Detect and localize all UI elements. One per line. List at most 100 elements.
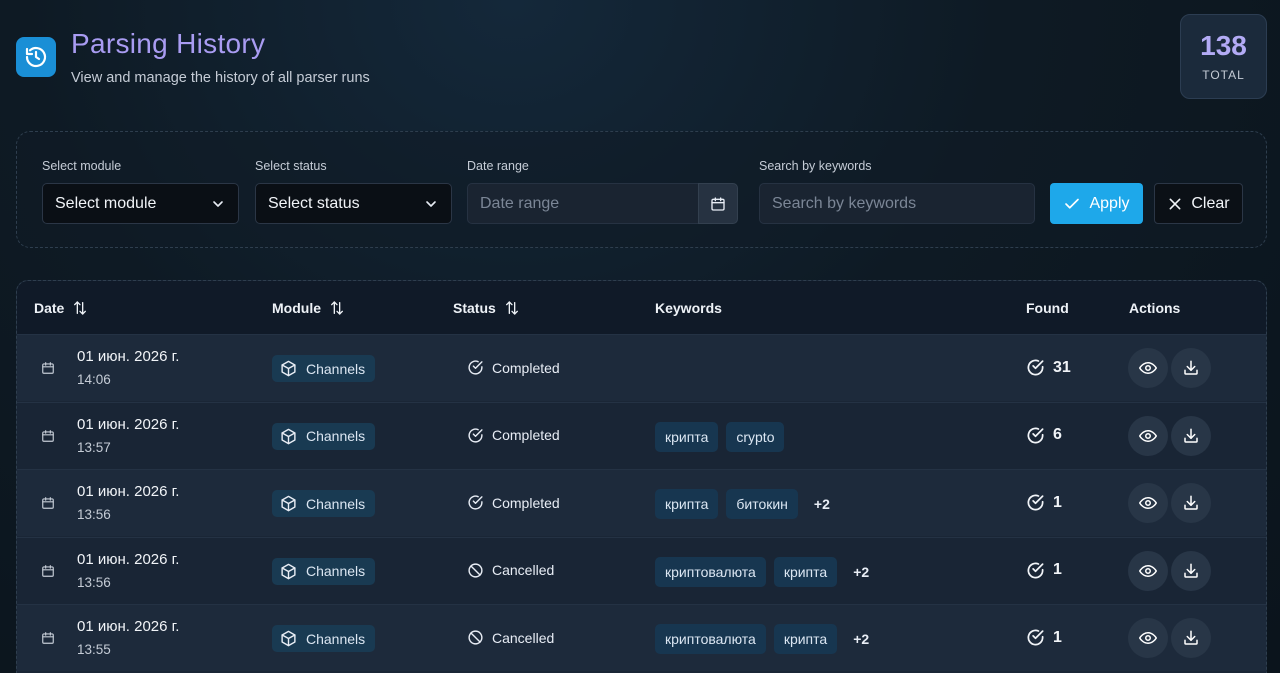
chevron-down-icon [213,200,223,207]
module-name: Channels [306,428,366,444]
column-actions: Actions [1129,300,1180,316]
close-icon [1169,198,1181,209]
status-select-value: Select status [268,194,360,212]
eye-icon [1139,359,1157,377]
download-icon [1182,562,1200,580]
found-count: 31 [1053,358,1071,376]
status-text: Completed [492,359,560,376]
keywords-cell: криптовалюта крипта +2 [655,624,869,654]
page-subtitle: View and manage the history of all parse… [71,70,370,86]
sort-icon [331,301,343,315]
date-range-input[interactable]: Date range [467,183,699,224]
sort-icon [505,301,518,315]
download-button[interactable] [1171,618,1211,658]
check-circle-icon [1026,561,1045,580]
keyword-more-count[interactable]: +2 [853,631,869,647]
sort-icon [74,301,87,315]
found-count: 1 [1053,493,1062,511]
apply-button[interactable]: Apply [1050,183,1143,224]
download-icon [1182,629,1200,647]
calendar-icon [41,631,55,650]
found-cell: 1 [1026,493,1062,512]
row-date: 01 июн. 2026 г. [77,483,180,500]
found-cell: 6 [1026,426,1062,445]
calendar-icon [41,496,55,515]
check-circle-icon [467,427,484,444]
download-icon [1182,427,1200,445]
row-date: 01 июн. 2026 г. [77,618,180,635]
eye-icon [1139,494,1157,512]
view-button[interactable] [1128,415,1168,456]
search-input[interactable]: Search by keywords [759,183,1035,224]
search-placeholder: Search by keywords [772,194,917,212]
ban-icon [467,562,484,579]
status-cell: Completed [467,494,560,511]
module-badge: Channels [272,557,376,585]
module-select[interactable]: Select module [42,183,239,224]
download-button[interactable] [1171,415,1211,456]
date-picker-button[interactable] [698,183,738,224]
table-row: 01 июн. 2026 г. 14:06 Channels Completed… [17,334,1266,401]
history-icon [16,37,56,77]
row-date: 01 июн. 2026 г. [77,550,180,568]
module-badge: Channels [272,355,376,382]
row-time: 13:56 [77,574,111,590]
download-button[interactable] [1171,550,1211,591]
column-module[interactable]: Module [272,300,345,316]
download-button[interactable] [1171,483,1211,523]
column-status[interactable]: Status [453,300,520,316]
status-cell: Cancelled [467,629,554,646]
chevron-down-icon [426,200,436,207]
box-icon [280,360,297,377]
column-actions-label: Actions [1129,300,1181,316]
total-card: 138 TOTAL [1180,14,1267,99]
keyword-chip: криптовалюта [655,556,766,587]
download-icon [1182,359,1200,377]
check-circle-icon [1026,426,1045,445]
check-circle-icon [1026,358,1045,377]
table-row: 01 июн. 2026 г. 13:56 Channels Cancelled… [17,536,1266,604]
row-time: 14:06 [77,372,111,387]
history-table: Date Module Status Keywords Found Action… [16,280,1267,673]
column-status-label: Status [453,300,496,316]
download-button[interactable] [1171,348,1211,388]
table-row: 01 июн. 2026 г. 13:56 Channels Completed… [17,469,1266,536]
found-cell: 31 [1026,358,1071,377]
box-icon [280,563,297,580]
module-badge: Channels [272,625,376,652]
row-time: 13:57 [77,439,111,455]
keyword-chip: крипта [655,421,719,452]
keyword-more-count[interactable]: +2 [853,564,869,580]
module-badge: Channels [272,490,376,517]
clear-button[interactable]: Clear [1154,183,1243,224]
status-select[interactable]: Select status [255,183,452,224]
keyword-more-count[interactable]: +2 [814,496,830,512]
view-button[interactable] [1128,550,1168,591]
module-name: Channels [306,630,366,647]
row-time: 13:55 [77,642,111,657]
keyword-chip: крипта [773,624,838,654]
check-circle-icon [1026,628,1045,647]
view-button[interactable] [1128,618,1168,658]
column-date[interactable]: Date [34,300,88,316]
column-keywords: Keywords [655,300,722,316]
box-icon [280,428,297,445]
status-text: Completed [492,427,560,443]
ban-icon [467,629,484,646]
found-cell: 1 [1026,628,1062,647]
view-button[interactable] [1128,348,1168,388]
row-date: 01 июн. 2026 г. [77,348,180,365]
table-row: 01 июн. 2026 г. 13:55 Channels Cancelled… [17,604,1266,671]
view-button[interactable] [1128,483,1168,523]
found-cell: 1 [1026,561,1062,580]
status-cell: Completed [467,359,560,376]
row-time: 13:56 [77,507,111,522]
keywords-cell: криптовалюта крипта +2 [655,556,869,587]
check-circle-icon [467,494,484,511]
keyword-chip: крипта [773,556,838,587]
status-filter-label: Select status [255,159,327,173]
keywords-cell: крипта битокин +2 [655,489,830,519]
eye-icon [1139,427,1157,445]
module-name: Channels [306,360,366,377]
keywords-cell: крипта crypto [655,421,785,452]
